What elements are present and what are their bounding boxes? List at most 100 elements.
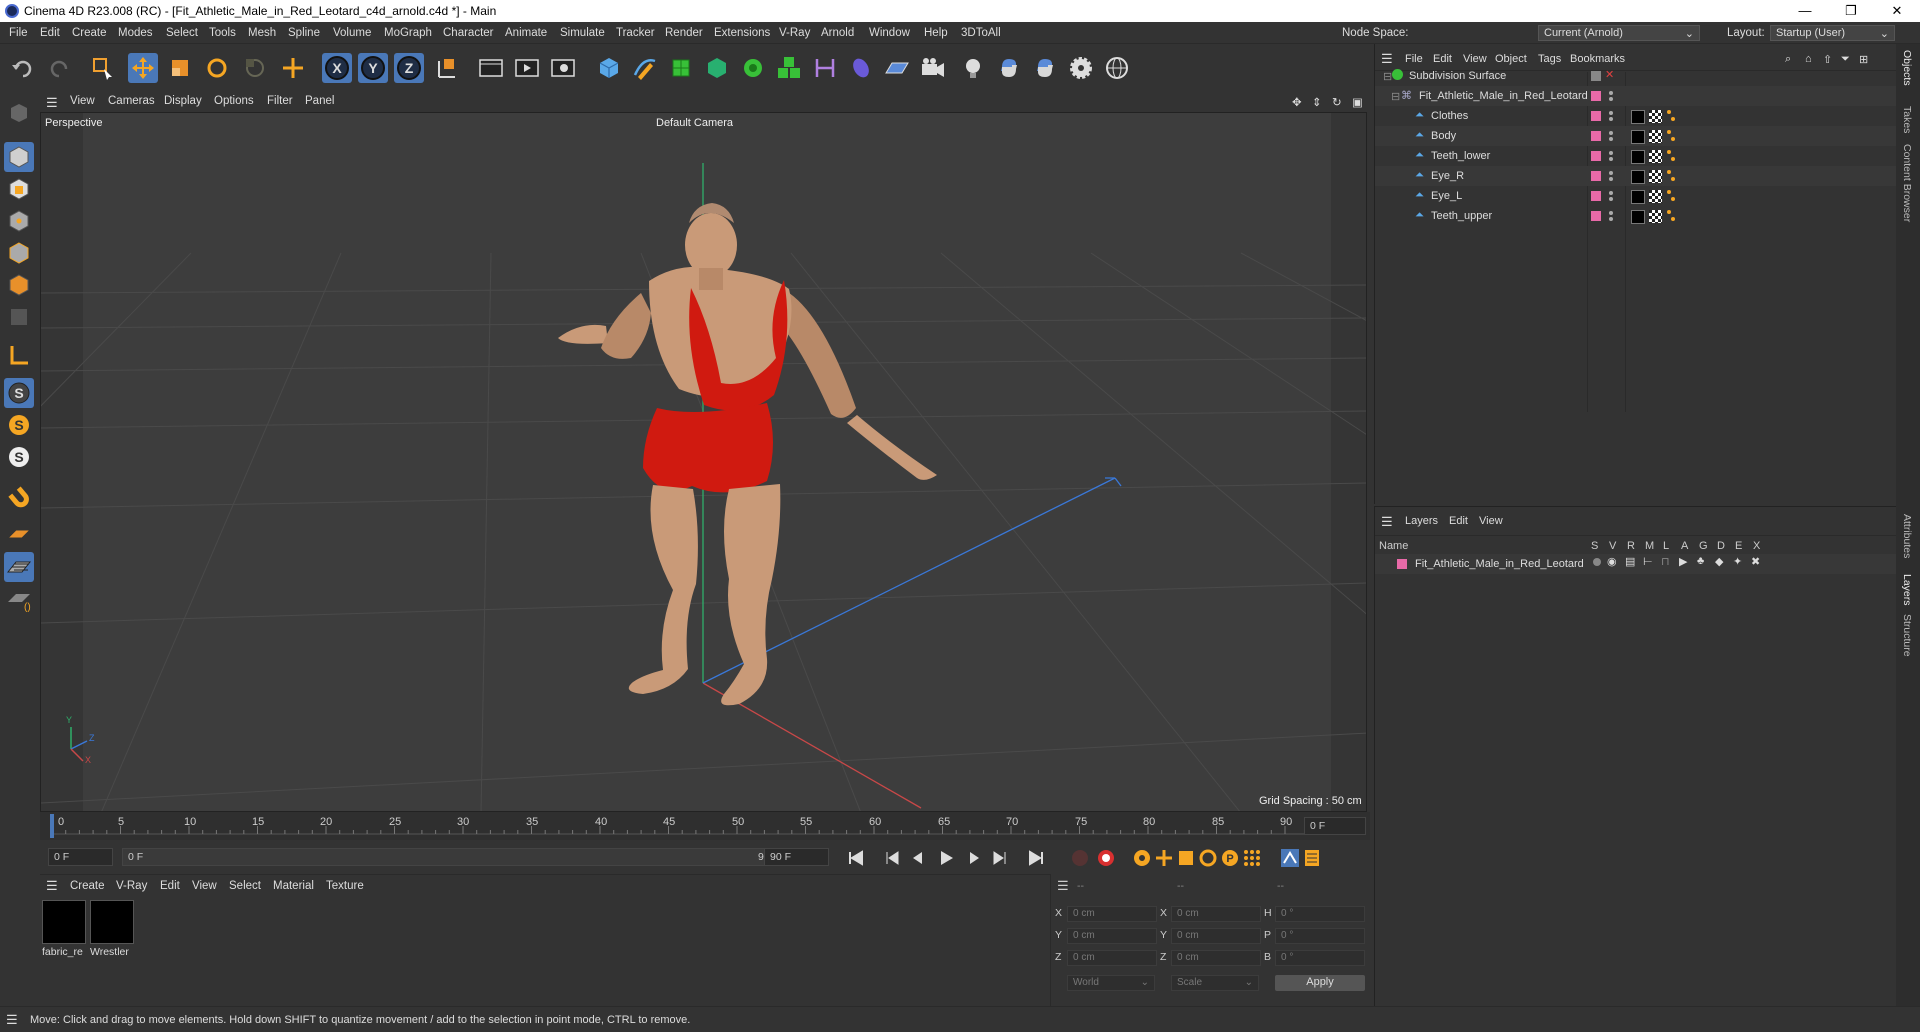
point-mode-icon[interactable] xyxy=(4,206,34,236)
viewport-move-icon[interactable]: ✥ xyxy=(1292,95,1302,109)
scale-tool-icon[interactable] xyxy=(165,53,195,83)
menu-spline[interactable]: Spline xyxy=(288,27,320,39)
object-row-null[interactable]: ⊟ ⌘ Fit_Athletic_Male_in_Red_Leotard xyxy=(1375,86,1897,106)
parameter-key-icon[interactable]: P xyxy=(1220,848,1240,868)
viewport-dolly-icon[interactable]: ⇕ xyxy=(1312,95,1322,109)
transform-tool-icon[interactable] xyxy=(240,53,270,83)
material-menu-vray[interactable]: V-Ray xyxy=(116,880,147,892)
menu-vray[interactable]: V-Ray xyxy=(779,27,810,39)
layer-row[interactable]: Fit_Athletic_Male_in_Red_Leotard ◉ ▤ ⊢ ⊓… xyxy=(1375,554,1897,574)
menu-tracker[interactable]: Tracker xyxy=(616,27,655,39)
up-arrow-icon[interactable]: ⇧ xyxy=(1823,53,1832,66)
position-key-icon[interactable] xyxy=(1154,848,1174,868)
cube-icon[interactable] xyxy=(594,53,624,83)
material-item[interactable]: fabric_re xyxy=(42,900,88,960)
layer-color-icon[interactable] xyxy=(1591,111,1601,121)
tab-layers[interactable]: Layers xyxy=(1901,574,1913,606)
viewport-menu-view[interactable]: View xyxy=(70,95,95,107)
menu-help[interactable]: Help xyxy=(924,27,948,39)
layer-col-generators[interactable]: G xyxy=(1699,540,1708,552)
x-axis-icon[interactable]: X xyxy=(322,53,352,83)
disabled-x-icon[interactable]: ✕ xyxy=(1605,68,1614,81)
python-script-icon[interactable] xyxy=(1030,53,1060,83)
globe-icon[interactable] xyxy=(1102,53,1132,83)
coord-size-y-field[interactable]: 0 cm xyxy=(1171,928,1261,944)
expand-icon[interactable]: ⊟ xyxy=(1383,70,1392,83)
layer-view-eye-icon[interactable]: ◉ xyxy=(1607,555,1617,568)
material-tag-icon[interactable] xyxy=(1631,170,1645,184)
hamburger-icon[interactable]: ☰ xyxy=(1381,51,1393,67)
material-tag-icon[interactable] xyxy=(1631,110,1645,124)
phong-tag-icon[interactable] xyxy=(1671,117,1675,121)
layer-manager-tree-icon[interactable]: ⊢ xyxy=(1643,555,1653,568)
uvw-tag-icon[interactable] xyxy=(1649,170,1662,183)
viewport-maximize-icon[interactable]: ▣ xyxy=(1352,95,1363,109)
coord-pos-x-field[interactable]: 0 cm xyxy=(1067,906,1157,922)
phong-tag-icon[interactable] xyxy=(1667,190,1671,194)
material-tag-icon[interactable] xyxy=(1631,190,1645,204)
menu-window[interactable]: Window xyxy=(869,27,910,39)
previous-key-icon[interactable] xyxy=(882,848,902,868)
layer-color-icon[interactable] xyxy=(1591,131,1601,141)
layer-generators-icon[interactable]: ♣ xyxy=(1697,555,1704,567)
layer-col-deformers[interactable]: D xyxy=(1717,540,1725,552)
record-icon[interactable] xyxy=(1070,848,1090,868)
material-item[interactable]: Wrestler xyxy=(90,900,136,960)
layer-col-locked[interactable]: L xyxy=(1663,540,1669,552)
rotate-tool-icon[interactable] xyxy=(202,53,232,83)
z-axis-icon[interactable]: Z xyxy=(394,53,424,83)
visibility-dot-icon[interactable] xyxy=(1609,171,1613,175)
minimize-icon[interactable]: — xyxy=(1782,0,1828,22)
menu-tools[interactable]: Tools xyxy=(209,27,236,39)
timeline-ruler[interactable]: 0 5 10 15 20 25 30 35 40 45 50 55 60 65 … xyxy=(40,812,1370,840)
layer-col-view[interactable]: V xyxy=(1609,540,1616,552)
tab-attributes[interactable]: Attributes xyxy=(1901,514,1913,558)
redo-icon[interactable] xyxy=(44,53,74,83)
visibility-dot-icon[interactable] xyxy=(1609,131,1613,135)
visibility-dot-icon[interactable] xyxy=(1609,151,1613,155)
phong-tag-icon[interactable] xyxy=(1667,130,1671,134)
phong-tag-icon[interactable] xyxy=(1671,137,1675,141)
uvw-tag-icon[interactable] xyxy=(1649,110,1662,123)
layer-col-render[interactable]: R xyxy=(1627,540,1635,552)
menu-volume[interactable]: Volume xyxy=(333,27,371,39)
apply-button[interactable]: Apply xyxy=(1275,975,1365,991)
material-tag-icon[interactable] xyxy=(1631,130,1645,144)
object-menu-view[interactable]: View xyxy=(1463,53,1487,65)
layer-color-icon[interactable] xyxy=(1591,191,1601,201)
snap-settings-icon[interactable]: S xyxy=(4,410,34,440)
uvw-tag-icon[interactable] xyxy=(1649,190,1662,203)
menu-file[interactable]: File xyxy=(9,27,28,39)
visibility-dot-icon[interactable] xyxy=(1609,91,1613,95)
menu-modes[interactable]: Modes xyxy=(118,27,153,39)
edge-mode-icon[interactable] xyxy=(4,238,34,268)
visibility-dot-icon[interactable] xyxy=(1609,197,1613,201)
y-axis-icon[interactable]: Y xyxy=(358,53,388,83)
field-icon[interactable] xyxy=(846,53,876,83)
dope-sheet-icon[interactable] xyxy=(1302,848,1322,868)
tab-structure[interactable]: Structure xyxy=(1901,614,1913,657)
layer-color-icon[interactable] xyxy=(1591,151,1601,161)
menu-simulate[interactable]: Simulate xyxy=(560,27,605,39)
phong-tag-icon[interactable] xyxy=(1667,150,1671,154)
hamburger-icon[interactable]: ☰ xyxy=(1057,878,1069,894)
workplane-icon[interactable] xyxy=(4,520,34,550)
coord-mode-dropdown[interactable]: Scale ⌄ xyxy=(1171,975,1259,991)
start-frame-field[interactable]: 0 F xyxy=(48,848,113,866)
tab-content-browser[interactable]: Content Browser xyxy=(1901,144,1913,222)
object-row-body[interactable]: ⏶ Body xyxy=(1375,126,1897,146)
menu-extensions[interactable]: Extensions xyxy=(714,27,770,39)
layer-col-xref[interactable]: X xyxy=(1753,540,1760,552)
camera-icon[interactable] xyxy=(918,53,948,83)
previous-frame-icon[interactable] xyxy=(908,848,928,868)
material-menu-select[interactable]: Select xyxy=(229,880,261,892)
phong-tag-icon[interactable] xyxy=(1671,157,1675,161)
go-to-start-icon[interactable] xyxy=(846,848,866,868)
perspective-viewport[interactable]: Perspective Default Camera Grid Spacing … xyxy=(40,112,1367,812)
go-to-end-icon[interactable] xyxy=(1026,848,1046,868)
layer-render-clapper-icon[interactable]: ▤ xyxy=(1625,555,1635,568)
python-icon[interactable] xyxy=(994,53,1024,83)
enable-check-icon[interactable] xyxy=(1591,71,1601,81)
layer-menu-view[interactable]: View xyxy=(1479,515,1503,527)
model-mode-icon[interactable] xyxy=(4,142,34,172)
